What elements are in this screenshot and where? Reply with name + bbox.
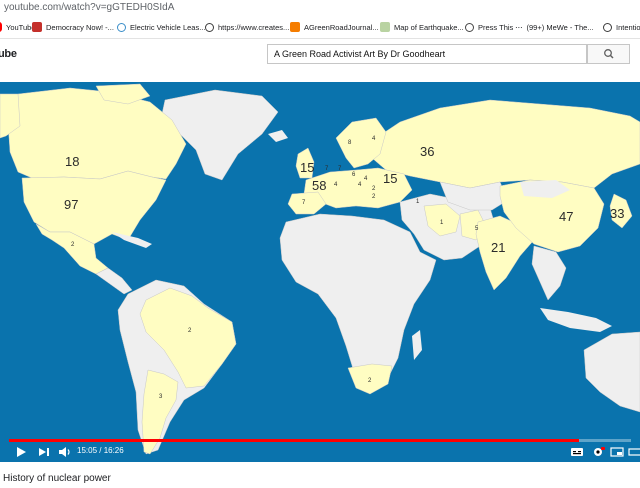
address-bar[interactable]: youtube.com/watch?v=gGTEDH0SIdA [0, 0, 640, 16]
wordpress-icon [465, 22, 474, 32]
bookmark-createspace[interactable]: https://www.creates... [205, 20, 289, 34]
bookmark-label: Map of Earthquake... [394, 22, 464, 32]
bookmark-youtube[interactable]: YouTube [0, 20, 35, 34]
subtitles-icon[interactable] [570, 446, 584, 458]
label-czech: 6 [352, 172, 356, 178]
label-belgium: 7 [325, 166, 329, 172]
label-switzerland: 4 [334, 182, 338, 188]
label-slovakia: 4 [364, 176, 368, 182]
label-romania: 2 [372, 186, 376, 192]
volume-icon[interactable] [58, 446, 72, 458]
bookmark-label: AGreenRoadJournal... [304, 22, 379, 32]
ev-icon [117, 22, 126, 32]
bookmark-democracy-now[interactable]: Democracy Now! -... [32, 20, 114, 34]
label-pakistan: 5 [475, 226, 479, 232]
bookmark-earthquake-map[interactable]: Map of Earthquake... [380, 20, 464, 34]
video-title: History of nuclear power [3, 473, 111, 484]
bookmark-label: (99+) MeWe - The... [526, 22, 594, 32]
bookmark-press-this[interactable]: Press This [465, 20, 513, 34]
label-germany: 7 [338, 166, 342, 172]
url-text: youtube.com/watch?v=gGTEDH0SIdA [4, 2, 175, 13]
bookmark-label: Electric Vehicle Leas... [130, 22, 206, 32]
next-icon[interactable] [37, 446, 51, 458]
label-finland: 4 [372, 136, 376, 142]
miniplayer-icon[interactable] [610, 446, 624, 458]
globe-icon [603, 22, 612, 32]
blogger-icon [290, 22, 300, 32]
label-india: 21 [491, 240, 506, 255]
label-uk: 15 [300, 160, 315, 175]
world-map [0, 82, 640, 462]
search-button[interactable] [587, 44, 630, 64]
democracy-now-icon [32, 22, 42, 32]
label-brazil: 2 [188, 328, 192, 334]
label-sweden: 8 [348, 140, 352, 146]
label-mexico: 2 [71, 242, 75, 248]
bookmark-label: https://www.creates... [218, 22, 290, 32]
label-canada: 18 [65, 154, 80, 169]
bookmark-label: Press This [478, 22, 514, 32]
bookmark-mewe[interactable]: ∙∙∙ (99+) MeWe - The... [515, 20, 594, 34]
bookmark-agreenroad[interactable]: AGreenRoadJournal... [290, 20, 379, 34]
bookmark-label: Democracy Now! -... [46, 22, 114, 32]
label-south-africa: 2 [368, 378, 372, 384]
settings-icon[interactable] [591, 446, 605, 458]
globe-icon [205, 22, 214, 32]
label-spain: 7 [302, 200, 306, 206]
progress-bar[interactable] [9, 439, 631, 442]
search-icon [604, 49, 614, 59]
play-icon[interactable] [14, 446, 28, 458]
bookmark-intentio[interactable]: Intentio [603, 20, 640, 34]
bookmark-electric-vehicle[interactable]: Electric Vehicle Leas... [117, 20, 205, 34]
label-hungary: 4 [358, 182, 362, 188]
mewe-icon: ∙∙∙ [515, 22, 523, 32]
bookmarks-bar: YouTube Democracy Now! -... Electric Veh… [0, 16, 640, 39]
search-input[interactable] [267, 44, 587, 64]
label-usa: 97 [64, 197, 79, 212]
youtube-icon [0, 22, 2, 32]
label-russia: 36 [420, 144, 435, 159]
label-china: 47 [559, 209, 574, 224]
time-display: 15:05 / 16:26 [77, 446, 124, 455]
label-ukraine: 15 [383, 171, 398, 186]
label-armenia: 1 [416, 199, 420, 205]
label-france: 58 [312, 178, 327, 193]
video-player[interactable]: 18 97 2 2 3 36 15 58 7 7 15 8 4 7 6 4 4 … [0, 82, 640, 462]
label-argentina: 3 [159, 394, 163, 400]
label-japan: 33 [610, 206, 625, 221]
label-bulgaria: 2 [372, 194, 376, 200]
progress-fill [9, 439, 579, 442]
youtube-logo[interactable]: ube [0, 48, 17, 60]
label-iran: 1 [440, 220, 444, 226]
theater-icon[interactable] [628, 446, 640, 458]
bookmark-label: Intentio [616, 22, 640, 32]
map-icon [380, 22, 390, 32]
